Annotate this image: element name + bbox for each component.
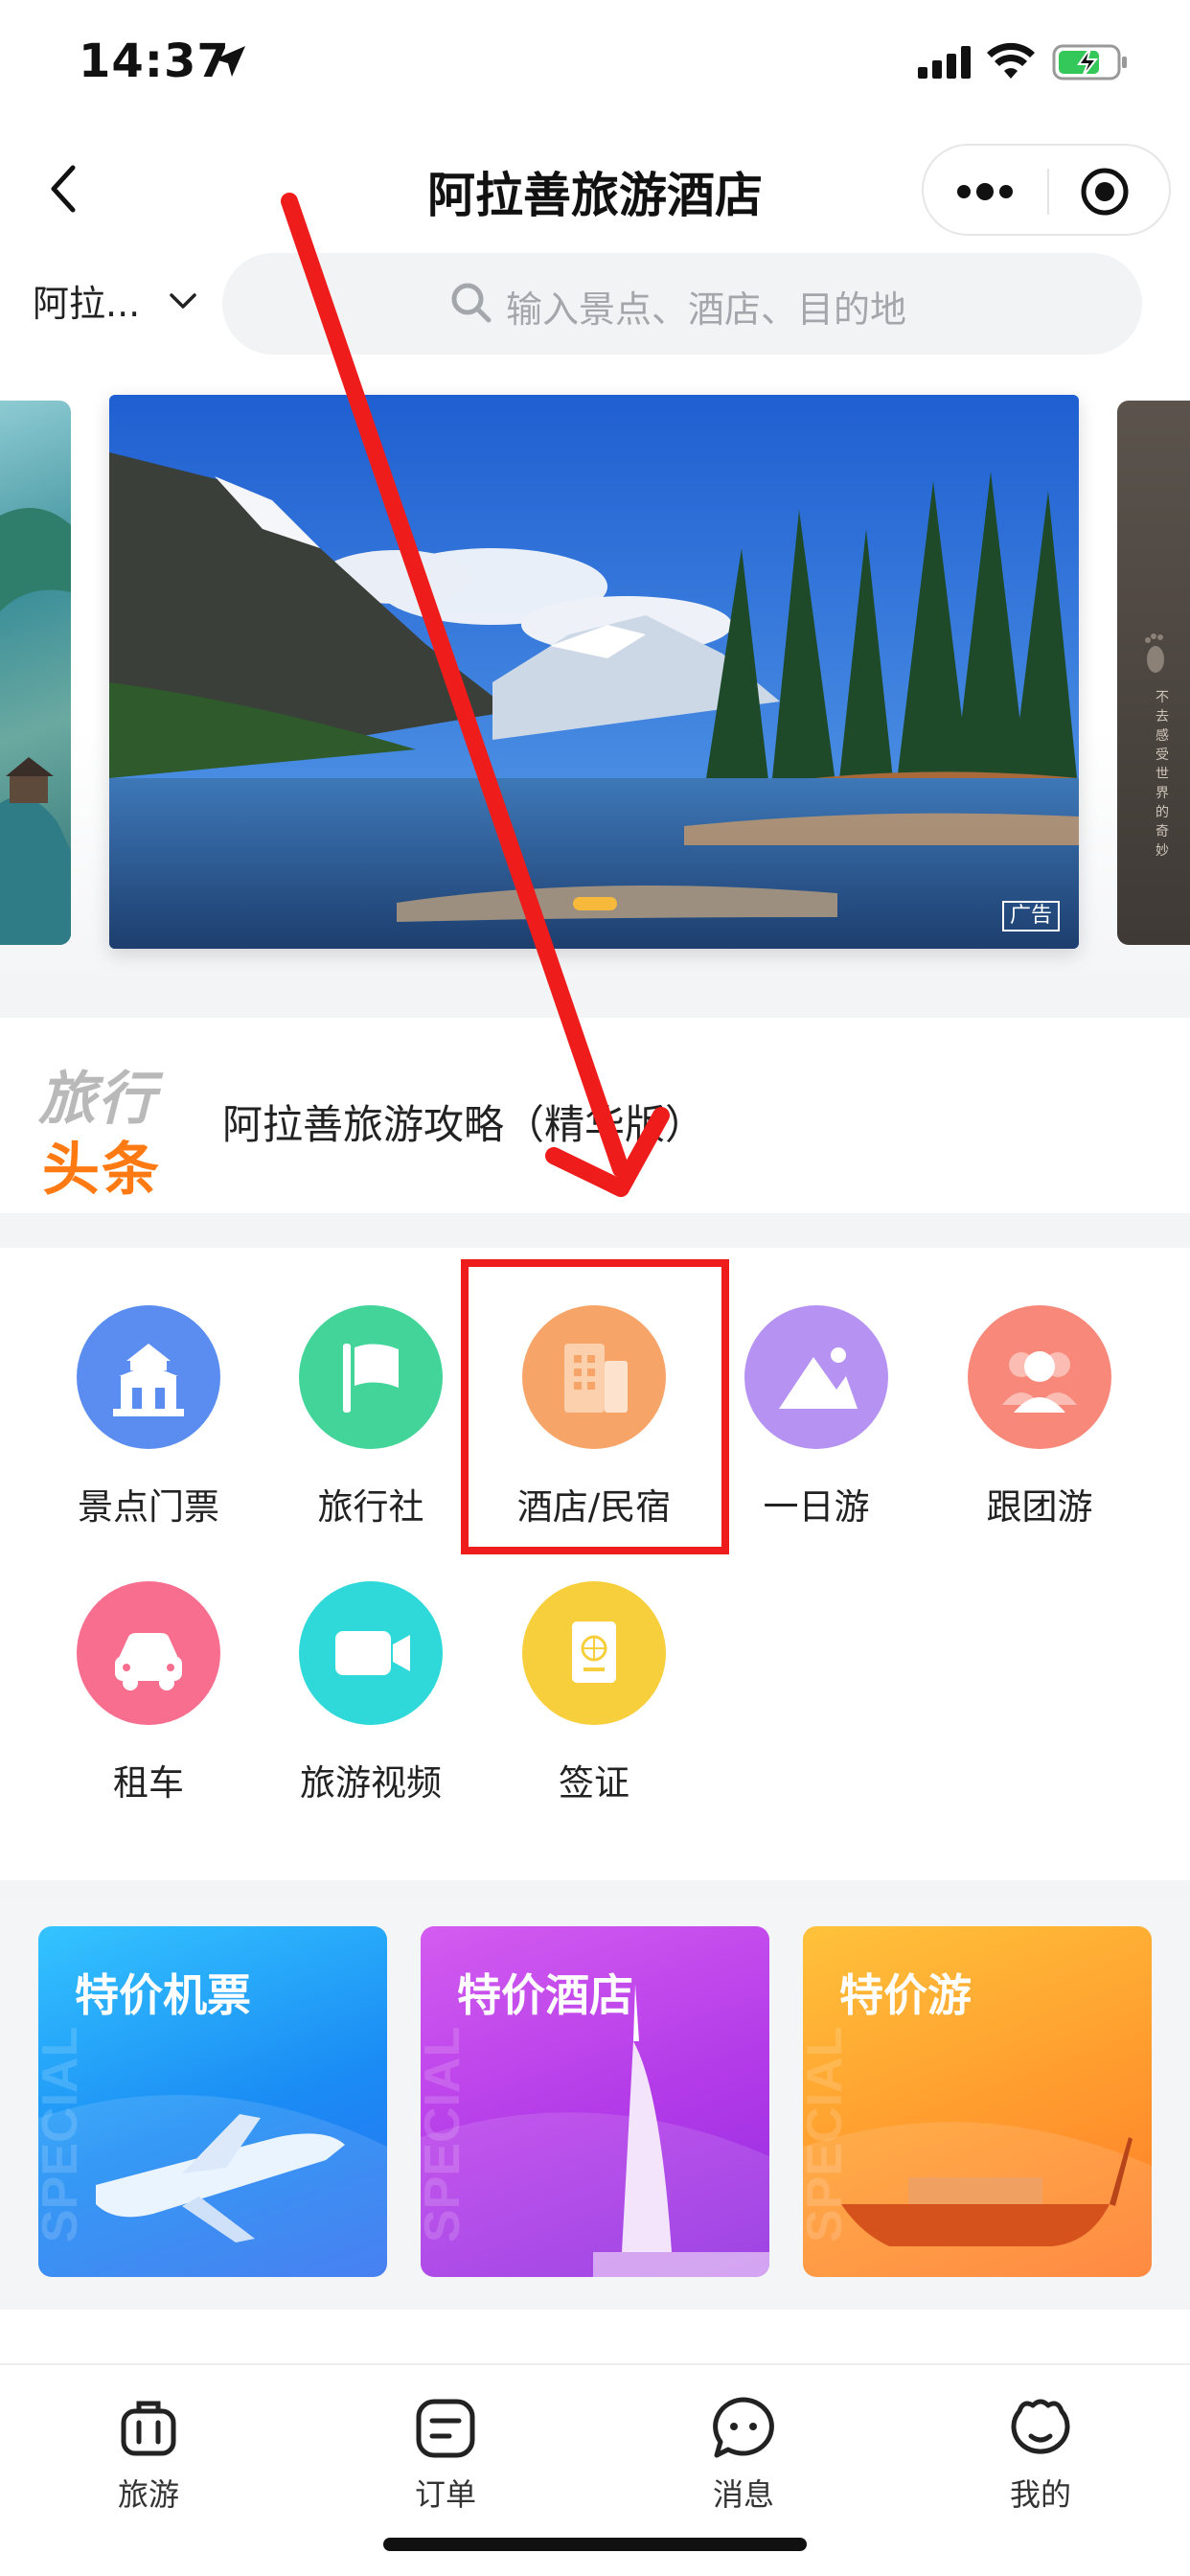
- search-placeholder: 输入景点、酒店、目的地: [506, 288, 907, 331]
- luggage-icon: [121, 2401, 176, 2456]
- promo-title: 特价酒店: [457, 1969, 633, 2021]
- banner-prev-slide[interactable]: [0, 401, 71, 945]
- headlines-logo-bottom: 头条: [42, 1137, 161, 1204]
- mountain-icon: [744, 1305, 888, 1449]
- passport-icon: [522, 1581, 666, 1725]
- side-slide-text: 不去感受世界的奇妙: [1156, 690, 1169, 859]
- group-icon: [968, 1305, 1111, 1449]
- banner-image[interactable]: 广告: [109, 395, 1079, 949]
- home-indicator: [383, 2538, 807, 2551]
- promo-card-hotels[interactable]: SPECIAL 特价酒店: [421, 1926, 769, 2277]
- banner-carousel: 广告 不去感受世界的奇妙: [0, 355, 1190, 978]
- special-watermark: SPECIAL: [803, 2027, 853, 2242]
- category-travel-video[interactable]: 旅游视频: [260, 1581, 482, 1806]
- tab-orders[interactable]: 订单: [369, 2394, 522, 2515]
- promo-card-flights[interactable]: SPECIAL 特价机票: [38, 1926, 387, 2277]
- category-day-tour[interactable]: 一日游: [705, 1305, 927, 1530]
- mini-program-capsule: [922, 144, 1171, 236]
- tab-profile[interactable]: 我的: [964, 2394, 1117, 2515]
- promo-title: 特价机票: [75, 1969, 251, 2021]
- cellular-signal-icon: [918, 46, 971, 79]
- next-section-peek: [0, 2310, 1190, 2367]
- annotation-highlight-box: [461, 1259, 729, 1554]
- category-label: 签证: [559, 1762, 629, 1804]
- category-label: 租车: [113, 1762, 184, 1804]
- status-time: 14:37: [79, 34, 230, 88]
- battery-charging-icon: [1052, 44, 1127, 80]
- category-travel-agency[interactable]: 旅行社: [260, 1305, 482, 1530]
- video-camera-icon: [299, 1581, 443, 1725]
- category-label: 景点门票: [78, 1486, 219, 1528]
- category-label: 旅游视频: [300, 1762, 442, 1804]
- chevron-down-icon[interactable]: [169, 291, 197, 310]
- car-icon: [77, 1581, 220, 1725]
- travel-headlines[interactable]: 旅行 头条 阿拉善旅游攻略（精华版）: [0, 1018, 1190, 1213]
- promo-section: SPECIAL 特价机票 SPECIAL 特价酒店 SPECIAL 特价游: [0, 1898, 1190, 2300]
- city-selector[interactable]: 阿拉...: [33, 274, 140, 327]
- carousel-indicator: [573, 897, 617, 910]
- ad-label: 广告: [1001, 901, 1060, 932]
- capsule-divider: [1047, 169, 1049, 215]
- category-group-tour[interactable]: 跟团游: [928, 1305, 1151, 1530]
- order-list-icon: [416, 2399, 475, 2458]
- category-label: 跟团游: [986, 1486, 1093, 1528]
- close-mini-program-icon[interactable]: [1080, 167, 1130, 217]
- promo-title: 特价游: [839, 1969, 972, 2021]
- status-bar: 14:37: [0, 0, 1190, 126]
- search-icon: [451, 283, 492, 323]
- location-arrow-icon: [215, 46, 245, 77]
- special-watermark: SPECIAL: [38, 2027, 88, 2242]
- special-watermark: SPECIAL: [421, 2027, 470, 2242]
- headline-text[interactable]: 阿拉善旅游攻略（精华版）: [222, 1092, 705, 1151]
- promo-card-tours[interactable]: SPECIAL 特价游: [803, 1926, 1152, 2277]
- category-label: 旅行社: [317, 1486, 424, 1528]
- tab-travel[interactable]: 旅游: [72, 2394, 225, 2515]
- temple-icon: [77, 1305, 220, 1449]
- tab-label: 我的: [1009, 2476, 1071, 2513]
- flag-icon: [299, 1305, 443, 1449]
- category-label: 一日游: [763, 1486, 870, 1528]
- more-options-icon[interactable]: [954, 174, 1016, 209]
- tab-label: 旅游: [117, 2476, 179, 2513]
- search-row: 阿拉... 输入景点、酒店、目的地: [0, 253, 1190, 355]
- category-visa[interactable]: 签证: [483, 1581, 705, 1806]
- message-icon: [713, 2397, 774, 2458]
- banner-next-slide[interactable]: 不去感受世界的奇妙: [1117, 401, 1190, 945]
- search-input[interactable]: 输入景点、酒店、目的地: [222, 253, 1142, 355]
- navigation-bar: 阿拉善旅游酒店: [0, 126, 1190, 253]
- tab-messages[interactable]: 消息: [667, 2394, 820, 2515]
- tab-label: 消息: [712, 2476, 774, 2513]
- tab-label: 订单: [414, 2476, 476, 2513]
- category-scenic-tickets[interactable]: 景点门票: [37, 1305, 260, 1530]
- category-car-rental[interactable]: 租车: [37, 1581, 260, 1806]
- wifi-icon: [987, 42, 1035, 79]
- profile-icon: [1011, 2399, 1070, 2454]
